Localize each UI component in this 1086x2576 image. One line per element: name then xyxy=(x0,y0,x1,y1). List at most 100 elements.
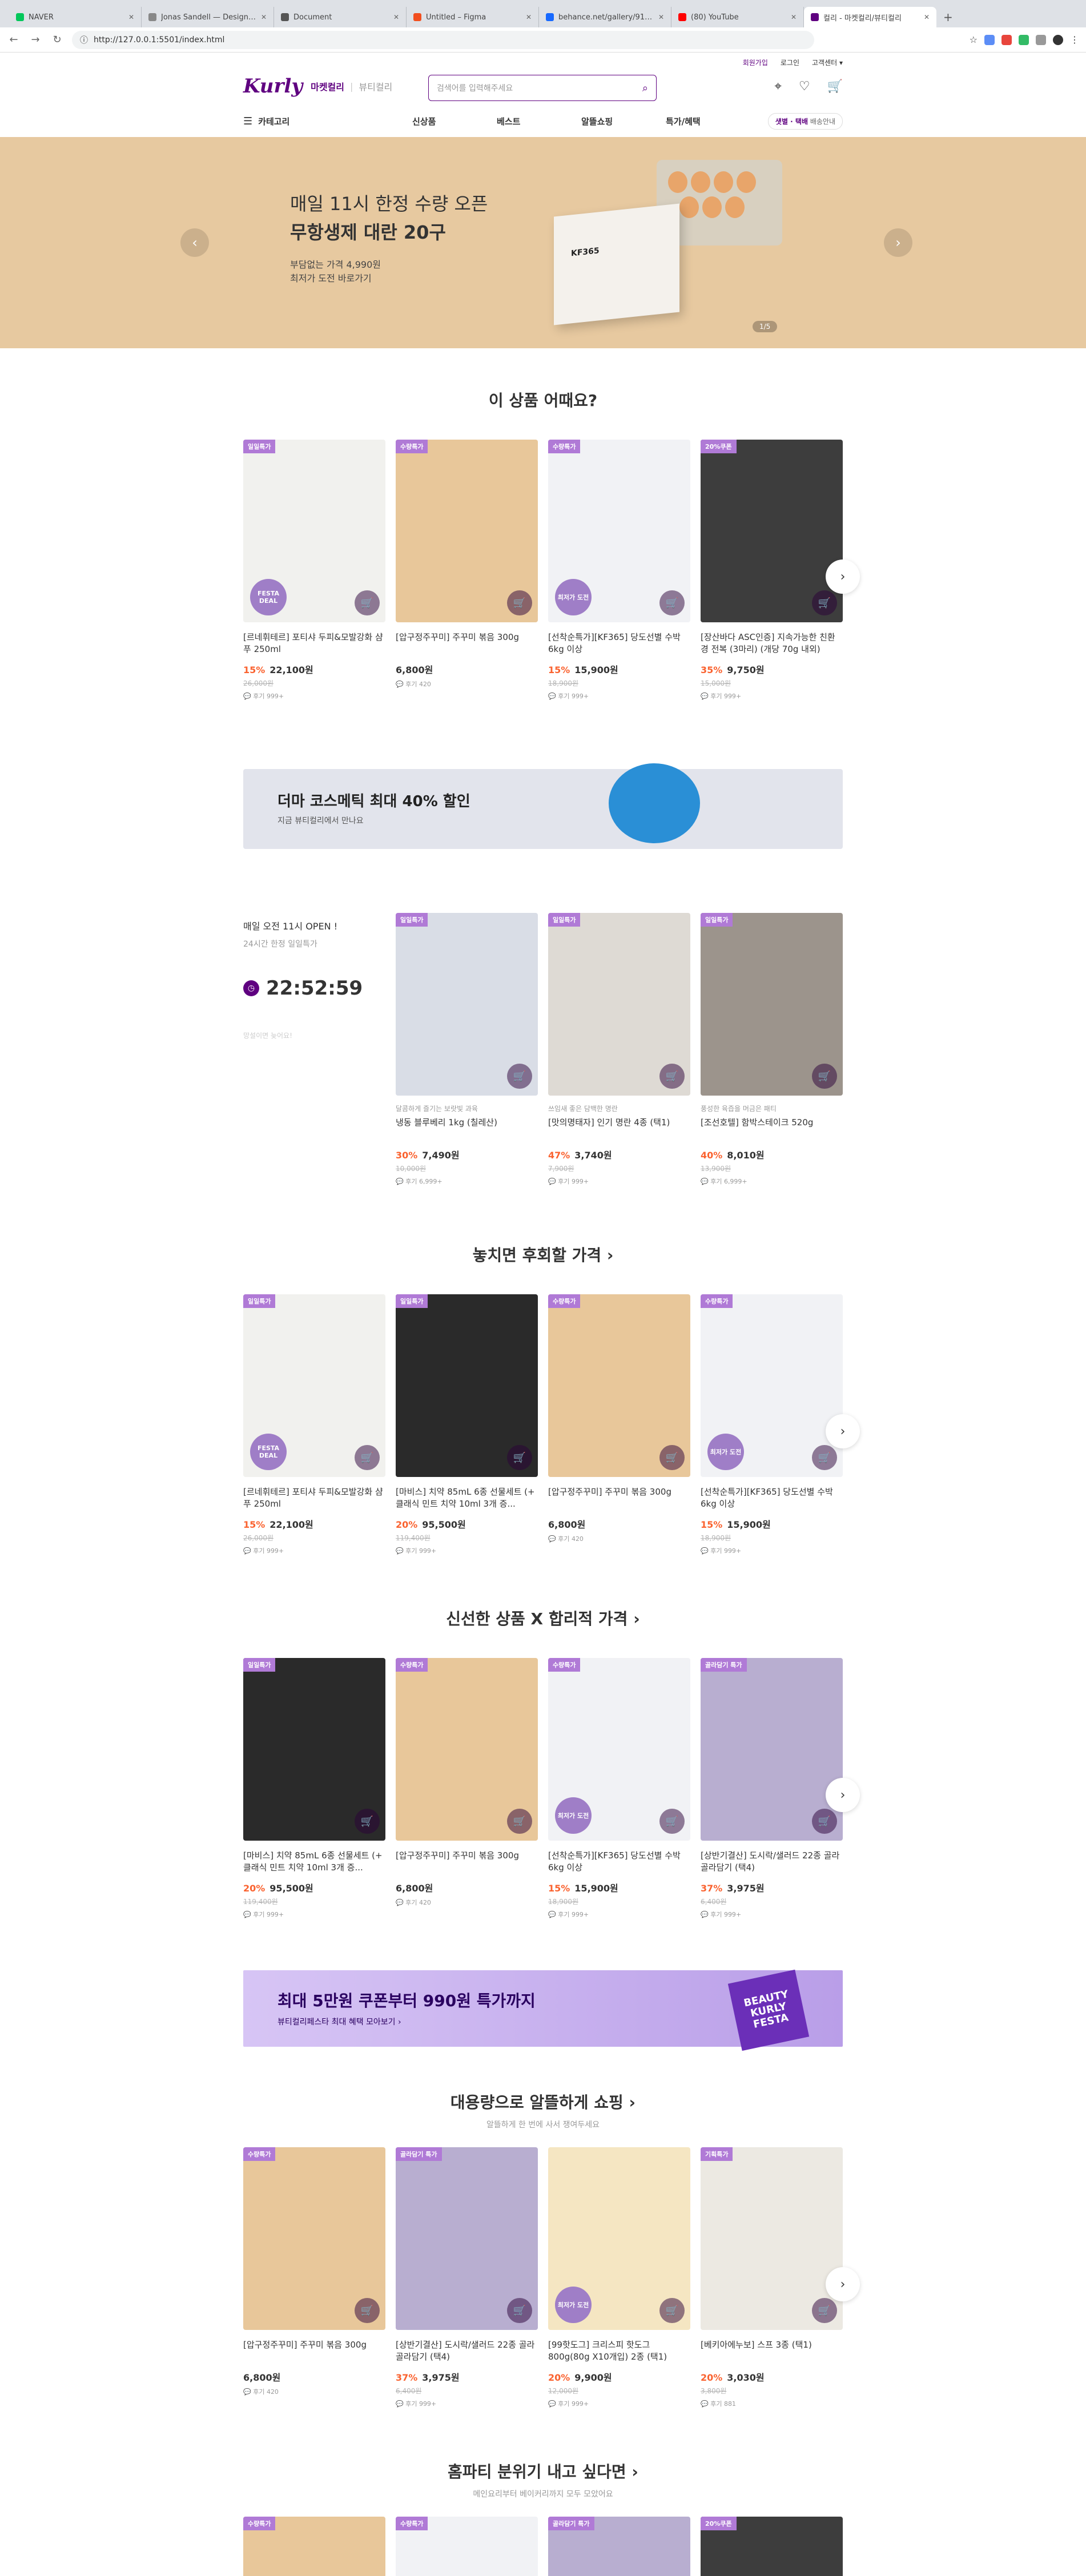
product-name[interactable]: [선착순특가][KF365] 당도선별 수박 6kg 이상 xyxy=(548,1850,690,1874)
product-name[interactable]: [압구정주꾸미] 주꾸미 볶음 300g xyxy=(548,1486,690,1510)
product-card[interactable]: 수량특가 🛒 [압구정주꾸미] 주꾸미 볶음 300g 6,800원 💬 후기 420 xyxy=(243,2147,385,2408)
product-name[interactable]: [압구정주꾸미] 주꾸미 볶음 300g xyxy=(396,631,538,655)
product-card[interactable]: 골라담기 특가 🛒 [상반기결산] 도시락/샐러드 22종 골라 골라담기 (택4)… xyxy=(396,2147,538,2408)
browser-tab[interactable]: Jonas Sandell — Designer & ... ✕ xyxy=(142,7,274,27)
category-menu[interactable]: ☰ 카테고리 xyxy=(243,115,412,127)
search-input[interactable]: 검색어를 입력해주세요 ⌕ xyxy=(428,75,657,101)
product-image[interactable]: 일일특가 🛒 xyxy=(701,913,843,1096)
product-card[interactable]: 일일특가 FESTA DEAL 🛒 [르네휘테르] 포티샤 두피&모발강화 샴푸 25… xyxy=(243,440,385,701)
add-cart-icon[interactable]: 🛒 xyxy=(812,1064,837,1089)
browser-tab[interactable]: (80) YouTube ✕ xyxy=(671,7,804,27)
add-cart-icon[interactable]: 🛒 xyxy=(355,2298,380,2323)
product-image[interactable]: 골라담기 특가🛒 xyxy=(396,2147,538,2330)
product-card[interactable]: 일일특가 🛒 풍성한 육즙을 머금은 패티 [조선호텔] 함박스테이크 520g 40%… xyxy=(701,913,843,1186)
product-name[interactable]: [상반기결산] 도시락/샐러드 22종 골라 골라담기 (택4) xyxy=(701,1850,843,1874)
product-image[interactable]: 골라담기 특가🛒 xyxy=(548,2517,690,2576)
product-image[interactable]: 일일특가 FESTA DEAL 🛒 xyxy=(243,440,385,622)
product-image[interactable]: 수량특가 최저가 도전 🛒 xyxy=(548,440,690,622)
product-image[interactable]: 수량특가 최저가 도전 🛒 xyxy=(701,1294,843,1477)
product-card[interactable]: 20%쿠폰🛒 xyxy=(701,2517,843,2576)
add-cart-icon[interactable]: 🛒 xyxy=(812,590,837,615)
product-name[interactable]: [베키아에누보] 스프 3종 (택1) xyxy=(701,2339,843,2363)
extension-icon[interactable] xyxy=(1001,34,1012,45)
nav-new[interactable]: 신상품 xyxy=(412,115,497,127)
close-icon[interactable]: ✕ xyxy=(393,13,399,21)
product-card[interactable]: 수량특가 🛒 [압구정주꾸미] 주꾸미 볶음 300g 6,800원 💬 후기 420 xyxy=(548,1294,690,1555)
add-cart-icon[interactable]: 🛒 xyxy=(659,1064,685,1089)
nav-saving[interactable]: 알뜰쇼핑 xyxy=(581,115,666,127)
product-name[interactable]: [마비스] 치약 85mL 6종 선물세트 (+ 클래식 민트 치약 10ml … xyxy=(243,1850,385,1874)
signup-link[interactable]: 회원가입 xyxy=(743,58,768,67)
product-image[interactable]: 수량특가🛒 xyxy=(243,2517,385,2576)
add-cart-icon[interactable]: 🛒 xyxy=(355,590,380,615)
add-cart-icon[interactable]: 🛒 xyxy=(812,1809,837,1834)
cosmetic-banner[interactable]: 더마 코스메틱 최대 40% 할인 지금 뷰티컬리에서 만나요 xyxy=(243,763,843,849)
product-card[interactable]: 기획특가 🛒 [베키아에누보] 스프 3종 (택1) 20% 3,030원 3,800원 💬… xyxy=(701,2147,843,2408)
section-title[interactable]: 대용량으로 알뜰하게 쇼핑 › xyxy=(243,2090,843,2113)
add-cart-icon[interactable]: 🛒 xyxy=(355,1809,380,1834)
back-icon[interactable]: ← xyxy=(7,34,21,46)
product-image[interactable]: 일일특가 🛒 xyxy=(243,1658,385,1841)
add-cart-icon[interactable]: 🛒 xyxy=(659,1809,685,1834)
delivery-info[interactable]: 샛별 · 택배 배송안내 xyxy=(767,112,843,130)
close-icon[interactable]: ✕ xyxy=(791,13,797,21)
product-name[interactable]: [마비스] 치약 85mL 6종 선물세트 (+ 클래식 민트 치약 10ml … xyxy=(396,1486,538,1510)
add-cart-icon[interactable]: 🛒 xyxy=(659,590,685,615)
product-card[interactable]: 골라담기 특가 🛒 [상반기결산] 도시락/샐러드 22종 골라 골라담기 (택4)… xyxy=(701,1658,843,1919)
section-title[interactable]: 홈파티 분위기 내고 싶다면 › xyxy=(243,2460,843,2482)
product-image[interactable]: 수량특가🛒 xyxy=(548,1294,690,1477)
product-card[interactable]: 최저가 도전 🛒 [99핫도그] 크리스피 핫도그 800g(80g X10개입) … xyxy=(548,2147,690,2408)
hero-banner[interactable]: KF365 매일 11시 한정 수량 오픈 무항생제 대란 20구 부담없는 가… xyxy=(0,137,1086,348)
product-name[interactable]: [99핫도그] 크리스피 핫도그 800g(80g X10개입) 2종 (택1) xyxy=(548,2339,690,2363)
product-name[interactable]: [선착순특가][KF365] 당도선별 수박 6kg 이상 xyxy=(548,631,690,655)
nav-special[interactable]: 특가/혜택 xyxy=(666,115,750,127)
product-image[interactable]: 일일특가 🛒 xyxy=(396,913,538,1096)
add-cart-icon[interactable]: 🛒 xyxy=(507,1445,532,1470)
product-image[interactable]: 수량특가🛒 xyxy=(396,2517,538,2576)
extension-icon[interactable] xyxy=(984,34,995,45)
beauty-kurly-tab[interactable]: 뷰티컬리 xyxy=(359,79,392,93)
info-icon[interactable]: ⓘ xyxy=(80,34,88,46)
add-cart-icon[interactable]: 🛒 xyxy=(355,1445,380,1470)
product-name[interactable]: [르네휘테르] 포티샤 두피&모발강화 샴푸 250ml xyxy=(243,1486,385,1510)
product-name[interactable]: [장산바다 ASC인증] 지속가능한 친환경 전복 (3마리) (개당 70g … xyxy=(701,631,843,655)
cart-icon[interactable]: 🛒 xyxy=(827,79,843,94)
section-title[interactable]: 놓치면 후회할 가격 › xyxy=(243,1243,843,1266)
product-name[interactable]: [르네휘테르] 포티샤 두피&모발강화 샴푸 250ml xyxy=(243,631,385,655)
add-cart-icon[interactable]: 🛒 xyxy=(659,2298,685,2323)
reload-icon[interactable]: ↻ xyxy=(50,34,64,46)
next-arrow-icon[interactable]: › xyxy=(884,228,912,257)
product-name[interactable]: [상반기결산] 도시락/샐러드 22종 골라 골라담기 (택4) xyxy=(396,2339,538,2363)
product-image[interactable]: 수량특가🛒 xyxy=(243,2147,385,2330)
product-card[interactable]: 일일특가 🛒 달콤하게 즐기는 보랏빛 과육 냉동 블루베리 1kg (칠레산) 30%… xyxy=(396,913,538,1186)
product-card[interactable]: 수량특가🛒 xyxy=(396,2517,538,2576)
product-image[interactable]: 일일특가 FESTA DEAL 🛒 xyxy=(243,1294,385,1477)
festa-banner[interactable]: 최대 5만원 쿠폰부터 990원 특가까지 뷰티컬리페스타 최대 혜택 모아보기… xyxy=(243,1969,843,2051)
product-card[interactable]: 수량특가 최저가 도전 🛒 [선착순특가][KF365] 당도선별 수박 6kg 이상… xyxy=(548,440,690,701)
product-card[interactable]: 일일특가 🛒 [마비스] 치약 85mL 6종 선물세트 (+ 클래식 민트 치약 … xyxy=(243,1658,385,1919)
product-card[interactable]: 수량특가 🛒 [압구정주꾸미] 주꾸미 볶음 300g 6,800원 💬 후기 420 xyxy=(396,440,538,701)
close-icon[interactable]: ✕ xyxy=(924,13,930,21)
avatar[interactable] xyxy=(1053,34,1063,45)
browser-tab[interactable]: Untitled – Figma ✕ xyxy=(407,7,539,27)
browser-tab[interactable]: Document ✕ xyxy=(274,7,407,27)
location-icon[interactable]: ⌖ xyxy=(774,79,781,94)
product-card[interactable]: 일일특가 🛒 쓰임새 좋은 담백한 명란 [맛의명태자] 인기 명란 4종 (택1) 4… xyxy=(548,913,690,1186)
product-image[interactable]: 최저가 도전 🛒 xyxy=(548,2147,690,2330)
bookmark-star-icon[interactable]: ☆ xyxy=(970,34,978,45)
product-card[interactable]: 수량특가 최저가 도전 🛒 [선착순특가][KF365] 당도선별 수박 6kg 이상… xyxy=(548,1658,690,1919)
product-image[interactable]: 일일특가 🛒 xyxy=(548,913,690,1096)
close-icon[interactable]: ✕ xyxy=(128,13,134,21)
browser-tab[interactable]: behance.net/gallery/9162099... ✕ xyxy=(539,7,671,27)
product-card[interactable]: 수량특가🛒 xyxy=(243,2517,385,2576)
url-field[interactable]: ⓘ http://127.0.0.1:5501/index.html xyxy=(72,30,814,49)
product-image[interactable]: 수량특가🛒 xyxy=(396,1658,538,1841)
forward-icon[interactable]: → xyxy=(29,34,42,46)
product-image[interactable]: 기획특가 🛒 xyxy=(701,2147,843,2330)
kurly-logo[interactable]: Kurly xyxy=(243,75,303,98)
next-arrow-icon[interactable]: › xyxy=(826,1414,860,1448)
menu-kebab-icon[interactable]: ⋮ xyxy=(1070,34,1079,45)
login-link[interactable]: 로그인 xyxy=(781,58,799,67)
product-card[interactable]: 골라담기 특가🛒 xyxy=(548,2517,690,2576)
puzzle-icon[interactable] xyxy=(1036,34,1046,45)
